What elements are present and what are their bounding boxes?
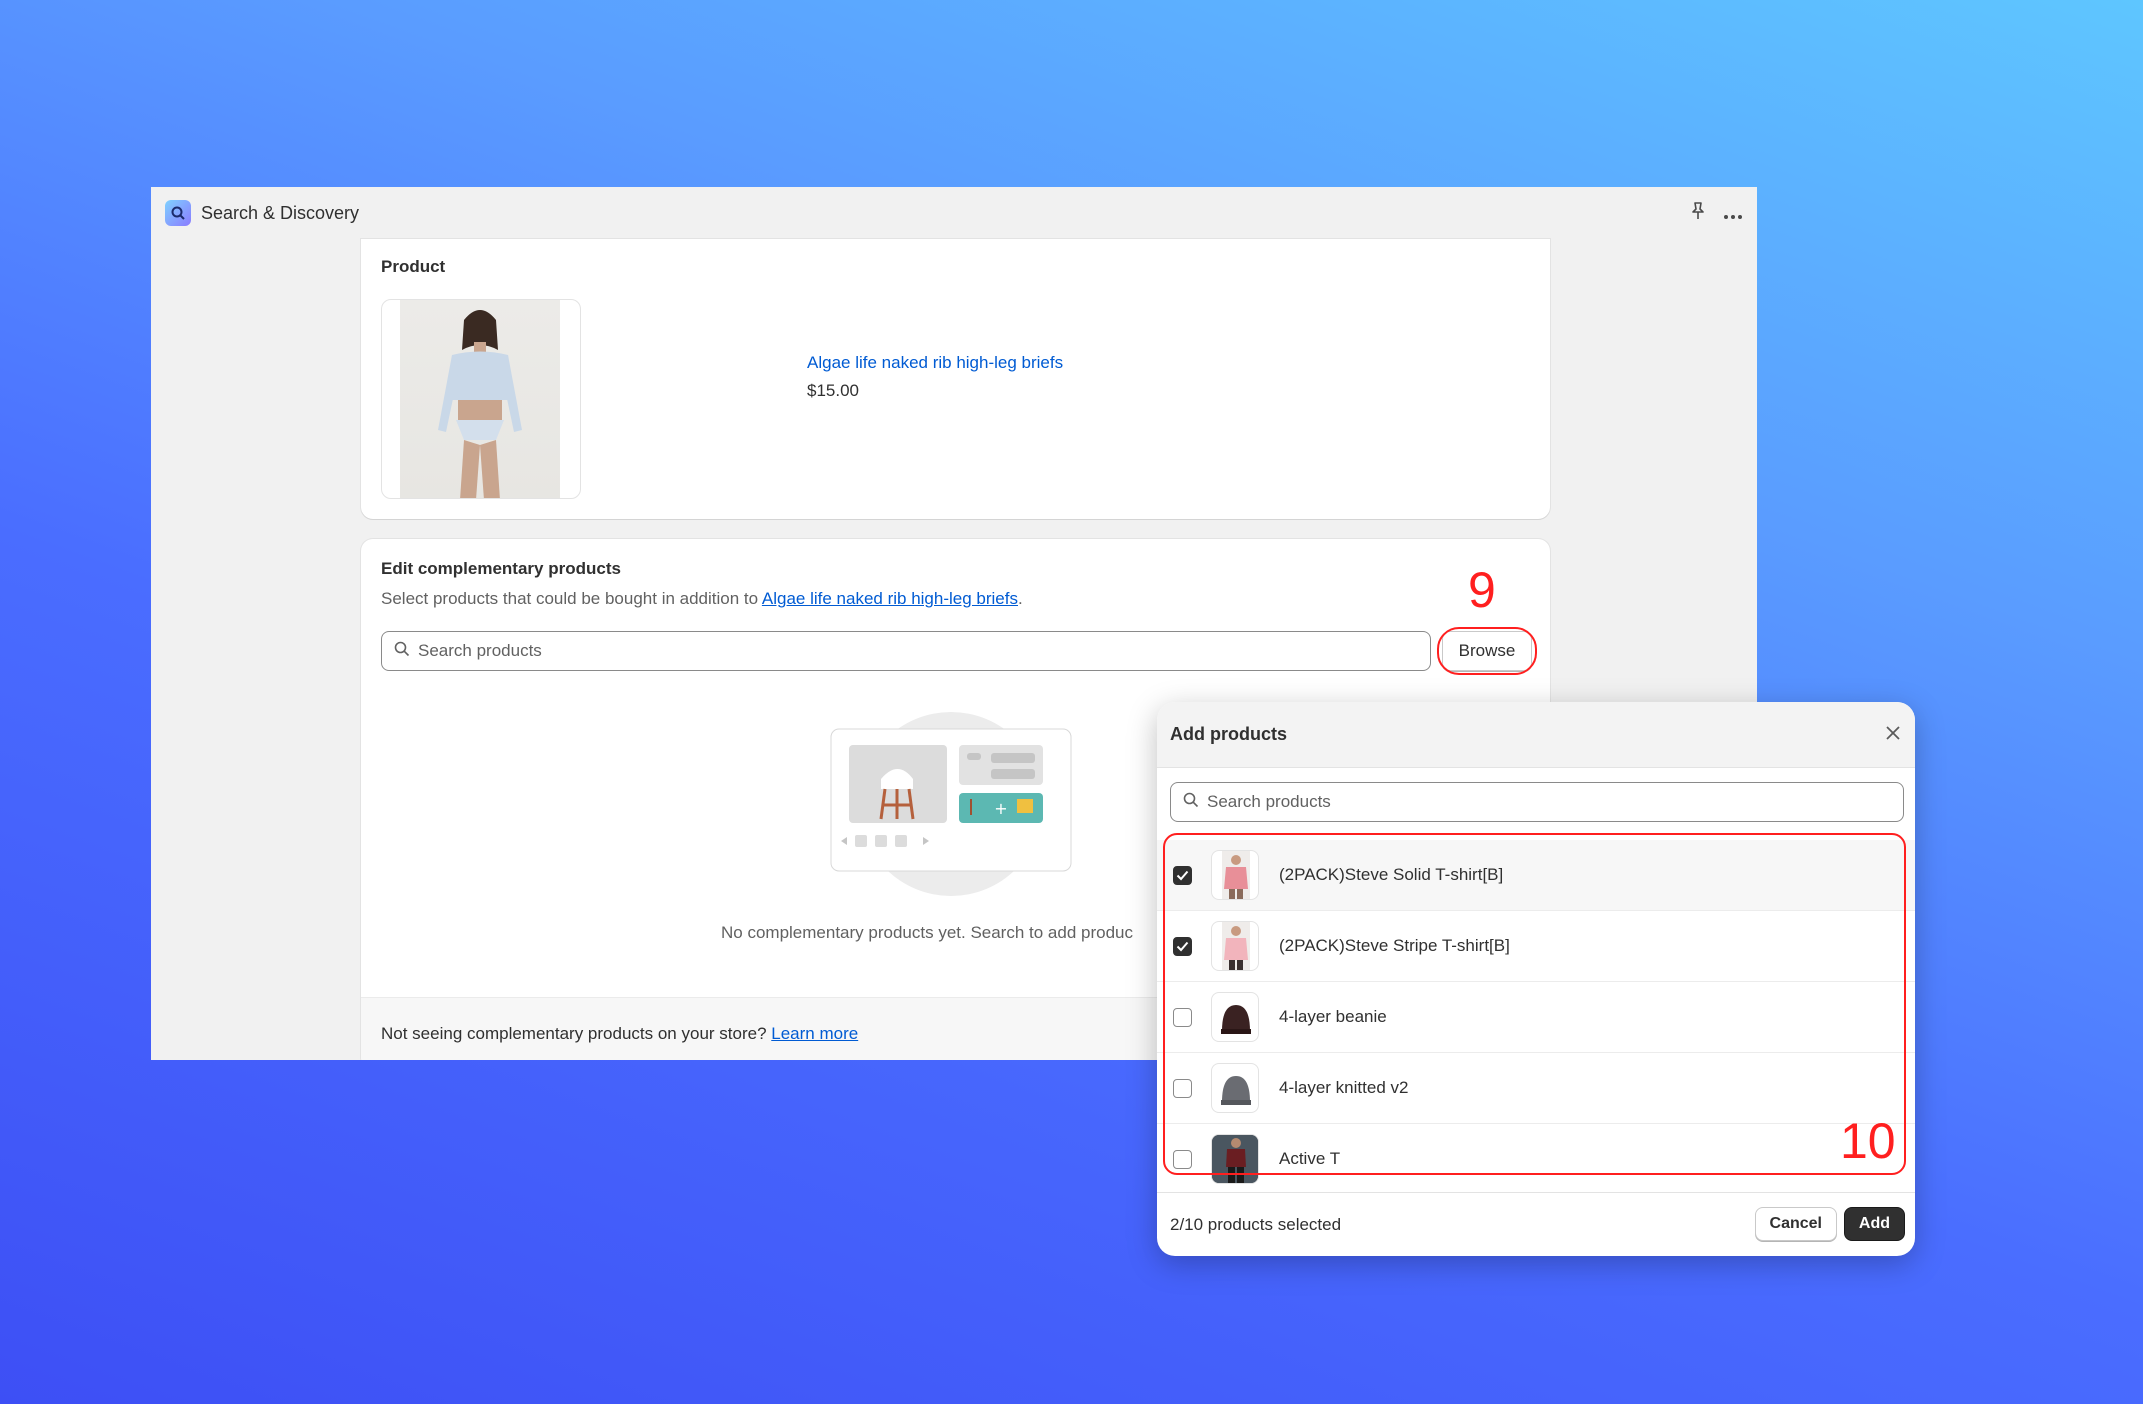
close-icon[interactable]: [1885, 722, 1901, 746]
product-name-link[interactable]: Algae life naked rib high-leg briefs: [807, 353, 1063, 373]
product-price: $15.00: [807, 381, 859, 400]
modal-header: Add products: [1157, 702, 1915, 768]
empty-state-text: No complementary products yet. Search to…: [721, 923, 1133, 942]
search-discovery-app-icon: [165, 200, 191, 226]
cancel-button[interactable]: Cancel: [1754, 1207, 1837, 1241]
product-photo: [400, 300, 560, 498]
step-10-label: 10: [1840, 1113, 1896, 1169]
learn-more-link[interactable]: Learn more: [771, 1024, 858, 1043]
footer-help-text: Not seeing complementary products on you…: [381, 1024, 858, 1044]
footer-text: Not seeing complementary products on you…: [381, 1024, 772, 1043]
subtitle-prefix: Select products that could be bought in …: [381, 589, 762, 608]
step-9-highlight: [1437, 627, 1537, 675]
add-products-modal: Add products (2PACK)Steve Solid T-shirt[…: [1157, 702, 1915, 1256]
pin-icon[interactable]: [1689, 201, 1707, 227]
modal-title: Add products: [1170, 724, 1287, 744]
title-bar: Search & Discovery: [151, 187, 1757, 239]
more-icon[interactable]: [1723, 202, 1743, 226]
selected-count: 2/10 products selected: [1170, 1214, 1342, 1234]
modal-search-field[interactable]: [1170, 782, 1904, 822]
add-button[interactable]: Add: [1843, 1207, 1905, 1241]
empty-state-illustration: +: [821, 709, 1081, 899]
svg-text:+: +: [994, 799, 1007, 818]
product-card-heading: Product: [381, 257, 446, 276]
modal-footer: 2/10 products selected Cancel Add: [1157, 1192, 1915, 1256]
product-card: Product Algae life naked rib high-leg br…: [361, 239, 1550, 519]
product-search-input[interactable]: [418, 641, 1430, 661]
complementary-heading: Edit complementary products: [381, 559, 621, 578]
search-icon: [1183, 792, 1199, 813]
subtitle-suffix: .: [1018, 589, 1023, 608]
product-search-field[interactable]: [381, 631, 1431, 671]
complementary-subtitle: Select products that could be bought in …: [381, 589, 1023, 609]
app-title: Search & Discovery: [201, 202, 360, 223]
step-10-highlight: [1163, 833, 1906, 1175]
step-9-label: 9: [1468, 562, 1496, 618]
subtitle-product-link[interactable]: Algae life naked rib high-leg briefs: [762, 589, 1018, 608]
modal-search-input[interactable]: [1207, 792, 1903, 812]
search-icon: [394, 641, 410, 662]
product-thumbnail: [381, 299, 581, 499]
